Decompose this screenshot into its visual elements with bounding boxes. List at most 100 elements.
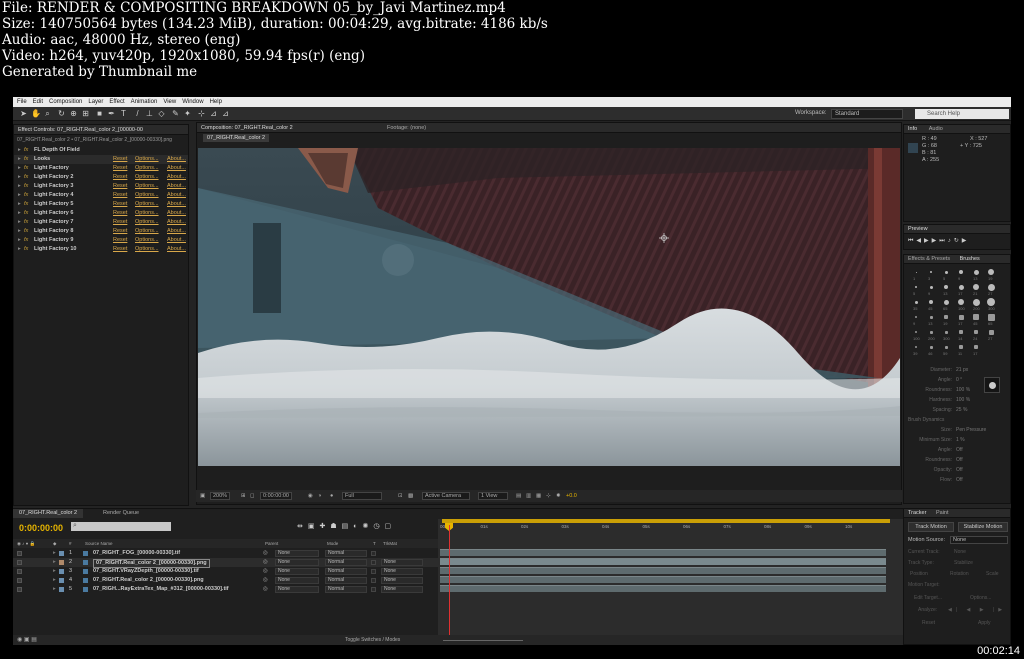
effect-reset-link[interactable]: Reset [113, 182, 127, 191]
effect-reset-link[interactable]: Reset [113, 173, 127, 182]
brushes-tab[interactable]: Brushes [960, 256, 980, 262]
fx-badge[interactable]: fx [24, 191, 28, 200]
brush-tip[interactable] [915, 331, 917, 333]
effect-options-link[interactable]: Options... [135, 245, 159, 254]
layer-source-name[interactable]: 07_RIGHT.VRayZDepth_[00000-00330].tif [93, 567, 199, 576]
visibility-toggle[interactable] [17, 578, 22, 583]
current-time-field[interactable]: 0:00:00:00 [260, 492, 292, 500]
fx-badge[interactable]: fx [24, 146, 28, 155]
mask-visibility-icon[interactable]: ◻ [250, 490, 255, 502]
brush-tip[interactable] [944, 330, 948, 334]
menu-help[interactable]: Help [210, 99, 222, 105]
layer-duration-bar[interactable] [440, 576, 886, 583]
menu-effect[interactable]: Effect [109, 99, 124, 105]
composition-viewer[interactable] [198, 148, 900, 466]
layer-row[interactable]: ▸ 1 07_RIGHT_FOG_[00000-00330].tif ◎ None Nor… [13, 549, 438, 558]
effect-about-link[interactable]: About... [167, 191, 186, 200]
preserve-transparency-toggle[interactable] [371, 560, 376, 565]
layer-source-name[interactable]: 07_RIGH...RayExtraTex_Map_#312_[00000-00… [93, 585, 229, 594]
render-icon[interactable]: ▢ [385, 523, 397, 530]
effect-row[interactable]: ▸ fx Light Factory 5 Reset Options... About..… [14, 200, 188, 209]
layer-duration-bar[interactable] [440, 585, 886, 592]
timeline-comp-tab[interactable]: 07_RIGHT.Real_color 2 [13, 509, 84, 518]
brush-tip[interactable] [930, 271, 932, 273]
shy-icon[interactable]: ☗ [330, 523, 341, 530]
parent-select[interactable]: None [275, 586, 319, 593]
layer-label-color[interactable] [59, 587, 64, 592]
brush-tip[interactable] [915, 286, 917, 288]
effect-about-link[interactable]: About... [167, 245, 186, 254]
brush-tip[interactable] [987, 283, 995, 291]
expand-triangle-icon[interactable]: ▸ [18, 245, 21, 254]
source-name-header[interactable]: Source Name [85, 539, 113, 548]
fx-badge[interactable]: fx [24, 218, 28, 227]
position-checkbox[interactable]: Position [910, 571, 928, 577]
expand-triangle-icon[interactable]: ▸ [18, 182, 21, 191]
blend-mode-select[interactable]: Normal [325, 559, 367, 566]
expand-triangle-icon[interactable]: ▸ [18, 173, 21, 182]
blend-mode-select[interactable]: Normal [325, 577, 367, 584]
tracker-options-button[interactable]: Options... [970, 595, 991, 601]
layer-label-color[interactable] [59, 560, 64, 565]
brush-tip[interactable] [959, 270, 963, 274]
effect-controls-tab[interactable]: Effect Controls: 07_RIGHT.Real_color 2_[… [14, 125, 188, 135]
effect-about-link[interactable]: About... [167, 236, 186, 245]
parent-select[interactable]: None [275, 577, 319, 584]
effect-row[interactable]: ▸ fx FL Depth Of Field [14, 146, 188, 155]
parent-select[interactable]: None [275, 568, 319, 575]
motion-blur-icon[interactable]: ◐ [353, 523, 362, 530]
effect-options-link[interactable]: Options... [135, 227, 159, 236]
brush-tip[interactable] [944, 345, 948, 349]
camera-select[interactable]: Active Camera [422, 492, 470, 500]
rotate-tool-icon[interactable]: ↻ [57, 109, 66, 118]
rotation-checkbox[interactable]: Rotation [950, 571, 969, 577]
menu-layer[interactable]: Layer [88, 99, 103, 105]
info-tab[interactable]: Info [908, 126, 917, 132]
effect-reset-link[interactable]: Reset [113, 236, 127, 245]
effect-about-link[interactable]: About... [167, 173, 186, 182]
brush-tip[interactable] [973, 284, 979, 290]
paint-tab[interactable]: Paint [936, 510, 949, 516]
expand-layer-icon[interactable]: ▸ [53, 549, 56, 558]
mask-tool-icon[interactable]: ■ [95, 109, 104, 118]
play-icon[interactable]: ▶ [924, 238, 932, 244]
effect-row[interactable]: ▸ fx Light Factory 6 Reset Options... About..… [14, 209, 188, 218]
parent-select[interactable]: None [275, 559, 319, 566]
layer-row[interactable]: ▸ 2 07_RIGHT.Real_color 2_[00000-00330].pn… [13, 558, 438, 568]
brush-tip[interactable] [915, 346, 917, 348]
layer-label-color[interactable] [59, 578, 64, 583]
effect-about-link[interactable]: About... [167, 218, 186, 227]
parent-pickwhip-icon[interactable]: ◎ [263, 585, 268, 594]
brush-tool-icon[interactable]: / [133, 109, 142, 118]
effect-reset-link[interactable]: Reset [113, 200, 127, 209]
effects-presets-tab[interactable]: Effects & Presets [908, 256, 950, 262]
menu-composition[interactable]: Composition [49, 99, 82, 105]
effect-options-link[interactable]: Options... [135, 173, 159, 182]
brush-tip[interactable] [988, 269, 994, 275]
brush-property-value[interactable]: Off [956, 467, 963, 473]
effect-reset-link[interactable]: Reset [113, 164, 127, 173]
title-safe-icon[interactable]: ⊞ [241, 490, 246, 502]
parent-pickwhip-icon[interactable]: ◎ [263, 549, 268, 558]
grid-icon[interactable]: ▣ [200, 490, 205, 502]
snapshot-icon[interactable]: ◉ [308, 490, 313, 502]
brush-tip[interactable] [972, 298, 980, 306]
brush-tip[interactable] [958, 299, 964, 305]
expand-layer-icon[interactable]: ▸ [53, 567, 56, 576]
expand-triangle-icon[interactable]: ▸ [18, 155, 21, 164]
effect-about-link[interactable]: About... [167, 182, 186, 191]
parent-select[interactable]: None [275, 550, 319, 557]
timeline-icon[interactable]: ▦ [536, 490, 541, 502]
fx-badge[interactable]: fx [24, 236, 28, 245]
expand-triangle-icon[interactable]: ▸ [18, 227, 21, 236]
brush-tip[interactable] [974, 330, 978, 334]
fx-badge[interactable]: fx [24, 200, 28, 209]
t-header[interactable]: T [373, 539, 376, 548]
expand-triangle-icon[interactable]: ▸ [18, 218, 21, 227]
brush-tip[interactable] [959, 330, 963, 334]
brush-property-value[interactable]: Off [956, 477, 963, 483]
motion-source-select[interactable]: None [950, 536, 1008, 544]
blend-mode-select[interactable]: Normal [325, 586, 367, 593]
blend-mode-select[interactable]: Normal [325, 568, 367, 575]
brush-tip[interactable] [959, 345, 963, 349]
